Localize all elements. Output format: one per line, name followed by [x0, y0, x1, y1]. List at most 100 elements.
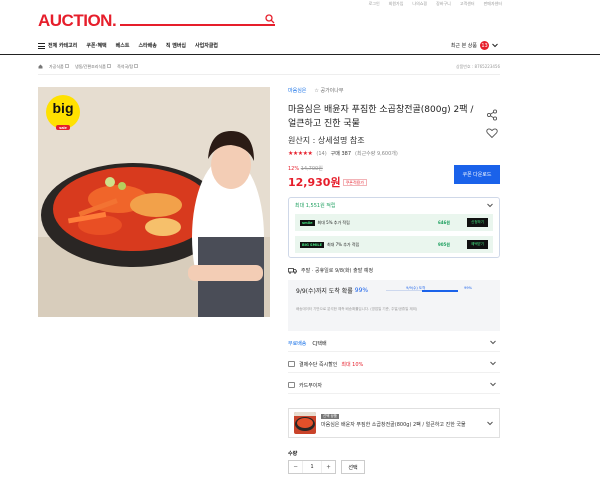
- product-code: 상품번호 : 8765223456: [455, 63, 500, 69]
- recent-count-badge: 13: [480, 41, 489, 50]
- select-button[interactable]: 선택: [341, 460, 365, 474]
- chevron-down-icon: [134, 63, 139, 68]
- chevron-down-icon: [492, 43, 498, 48]
- auction-logo[interactable]: AUCTION.: [38, 11, 117, 31]
- util-link[interactable]: 고객센터: [460, 1, 475, 7]
- util-link[interactable]: 회원가입: [389, 1, 404, 7]
- purchase-note: (최근수량 9,600개): [355, 151, 398, 157]
- search-input[interactable]: [120, 20, 260, 32]
- menu-icon: [38, 42, 45, 49]
- courier-label: CJ택배: [312, 340, 327, 347]
- free-shipping-label: 무료배송: [288, 340, 307, 347]
- chevron-down-icon: [107, 63, 112, 68]
- apply-button[interactable]: 신청하기: [467, 218, 488, 227]
- search-bar: [120, 12, 275, 32]
- purchase-count: 구매 387: [330, 151, 352, 157]
- sale-text: sale: [56, 125, 70, 130]
- quantity-stepper: − +: [288, 460, 336, 474]
- shipping-text: 주말 · 공휴일로 9/8(화) 출발 예정: [301, 268, 374, 274]
- nav-item-business-club[interactable]: 사업자클럽: [195, 42, 218, 49]
- card-icon: [288, 361, 295, 367]
- chevron-down-icon: [487, 421, 493, 426]
- arrival-bar: 9/9(수) 도착 99%: [386, 285, 476, 295]
- chevron-down-icon: [490, 361, 496, 366]
- points-amount: 905원: [437, 241, 450, 247]
- decrease-button[interactable]: −: [289, 461, 302, 473]
- nav-item-best[interactable]: 베스트: [116, 42, 130, 49]
- product-image[interactable]: big sale: [38, 87, 270, 317]
- home-icon[interactable]: [38, 64, 43, 69]
- points-row-bigsmile: BIG SMILE 최대 7% 추가 적립 905원 혜택받기: [295, 236, 493, 253]
- nav-item-star-delivery[interactable]: 스타배송: [138, 42, 156, 49]
- rating-row: ★★★★★ (14) 구매 387 (최근수량 9,600개): [288, 150, 500, 157]
- chevron-down-icon: [490, 340, 496, 345]
- instant-discount-label: 결제수단 즉시할인: [299, 361, 338, 368]
- store-name-link[interactable]: 마음심은: [288, 87, 306, 94]
- all-category-label: 전체 카테고리: [48, 43, 78, 49]
- search-icon[interactable]: [265, 14, 275, 24]
- util-link[interactable]: 장바구니: [436, 1, 451, 7]
- chevron-down-icon: [65, 63, 70, 68]
- card-icon: [288, 382, 295, 388]
- price-area: 12% 14,700원 12,930원 쿠폰적용가 쿠폰 다운로드: [288, 165, 500, 190]
- original-price: 14,700원: [300, 166, 323, 172]
- store-favorite-link[interactable]: ☆ 공가이나무: [314, 87, 343, 94]
- smile-logo: smile: [300, 219, 315, 226]
- recent-viewed-button[interactable]: 최근 본 상품 13: [451, 41, 498, 50]
- nav-item-membership[interactable]: 직 멤버십: [166, 42, 186, 49]
- util-link[interactable]: 로그인: [369, 1, 380, 7]
- chevron-down-icon: [490, 382, 496, 387]
- quantity-input[interactable]: [302, 461, 322, 473]
- discount-rate: 12%: [288, 166, 300, 172]
- sale-price: 12,930원: [288, 176, 341, 189]
- util-link[interactable]: 나의쇼핑: [412, 1, 427, 7]
- nav-item-coupon[interactable]: 쿠폰·혜택: [86, 42, 106, 49]
- divider: [38, 74, 500, 75]
- arrival-percent: 99%: [354, 287, 369, 294]
- recent-label: 최근 본 상품: [450, 43, 477, 49]
- all-category-button[interactable]: 전체 카테고리: [38, 42, 77, 49]
- arrival-text: 9/9(수)까지 도착 확률: [296, 288, 353, 295]
- main-nav: 전체 카테고리 쿠폰·혜택 베스트 스타배송 직 멤버십 사업자클럽 최근 본 …: [0, 38, 600, 55]
- heart-icon[interactable]: [486, 127, 498, 139]
- big-smile-logo: BIG SMILE: [300, 241, 324, 248]
- share-icon[interactable]: [486, 109, 498, 121]
- quantity-label: 수량: [288, 451, 298, 457]
- get-benefit-button[interactable]: 혜택받기: [467, 240, 488, 249]
- origin-text: 원산지 : 상세설명 참조: [288, 136, 365, 145]
- truck-icon: [288, 267, 297, 274]
- option-shipping[interactable]: 무료배송 CJ택배: [288, 335, 500, 352]
- big-sale-text: big: [52, 100, 74, 116]
- arrival-box: 9/9(수)까지 도착 확률 99% 9/9(수) 도착 99% 배송데이터 기…: [288, 280, 500, 331]
- increase-button[interactable]: +: [322, 461, 335, 473]
- quantity-row: − + 선택: [288, 460, 500, 474]
- store-row: 마음심은 ☆ 공가이나무: [288, 87, 500, 94]
- selected-tag: 선택 상품: [321, 414, 339, 419]
- product-info: 마음심은 ☆ 공가이나무 마음심은 배윤자 푸짐한 소곱창전골(800g) 2팩…: [288, 87, 500, 474]
- points-box: 최대 1,551원 적립 smile 최대 5% 추가 적립 646원 신청하기…: [288, 197, 500, 258]
- selected-product-name: 마음심은 배윤자 푸짐한 소곱창전골(800g) 2팩 / 얼큰하고 진한 국물: [321, 422, 466, 428]
- points-amount: 646원: [437, 219, 450, 225]
- coupon-download-button[interactable]: 쿠폰 다운로드: [454, 165, 500, 184]
- points-header[interactable]: 최대 1,551원 적립: [295, 202, 493, 209]
- breadcrumb-item[interactable]: 가공식품: [49, 63, 70, 70]
- utility-bar: 로그인 회원가입 나의쇼핑 장바구니 고객센터 판매자센터: [369, 0, 502, 8]
- points-row-text: 최대 5% 추가 적립: [317, 219, 350, 225]
- points-row-smile: smile 최대 5% 추가 적립 646원 신청하기: [295, 214, 493, 231]
- arrival-bar-fill: [422, 289, 458, 292]
- big-sale-badge: big sale: [46, 95, 80, 130]
- review-count-link[interactable]: (14): [316, 151, 326, 157]
- arrival-row: 9/9(수)까지 도착 확률 99% 9/9(수) 도착 99%: [296, 285, 492, 296]
- breadcrumb-item[interactable]: 즉석국/탕: [117, 63, 139, 70]
- star-rating: ★★★★★: [288, 150, 313, 157]
- product-title: 마음심은 배윤자 푸짐한 소곱창전골(800g) 2팩 / 얼큰하고 진한 국물: [288, 105, 474, 129]
- util-link[interactable]: 판매자센터: [484, 1, 502, 7]
- breadcrumb-item[interactable]: 냉동/간편조리식품: [75, 63, 112, 70]
- breadcrumb: 가공식품 냉동/간편조리식품 즉석국/탕 상품번호 : 8765223456: [38, 62, 500, 71]
- selected-product-dropdown[interactable]: 선택 상품 마음심은 배윤자 푸짐한 소곱창전골(800g) 2팩 / 얼큰하고…: [288, 408, 500, 438]
- option-instant-discount[interactable]: 결제수단 즉시할인 최대 10%: [288, 356, 500, 373]
- card-installment-label: 카드무이자: [299, 382, 323, 389]
- points-max: 최대 1,551원 적립: [295, 203, 336, 209]
- arrival-bar-label: 9/9(수) 도착: [406, 285, 426, 290]
- option-card-installment[interactable]: 카드무이자: [288, 377, 500, 394]
